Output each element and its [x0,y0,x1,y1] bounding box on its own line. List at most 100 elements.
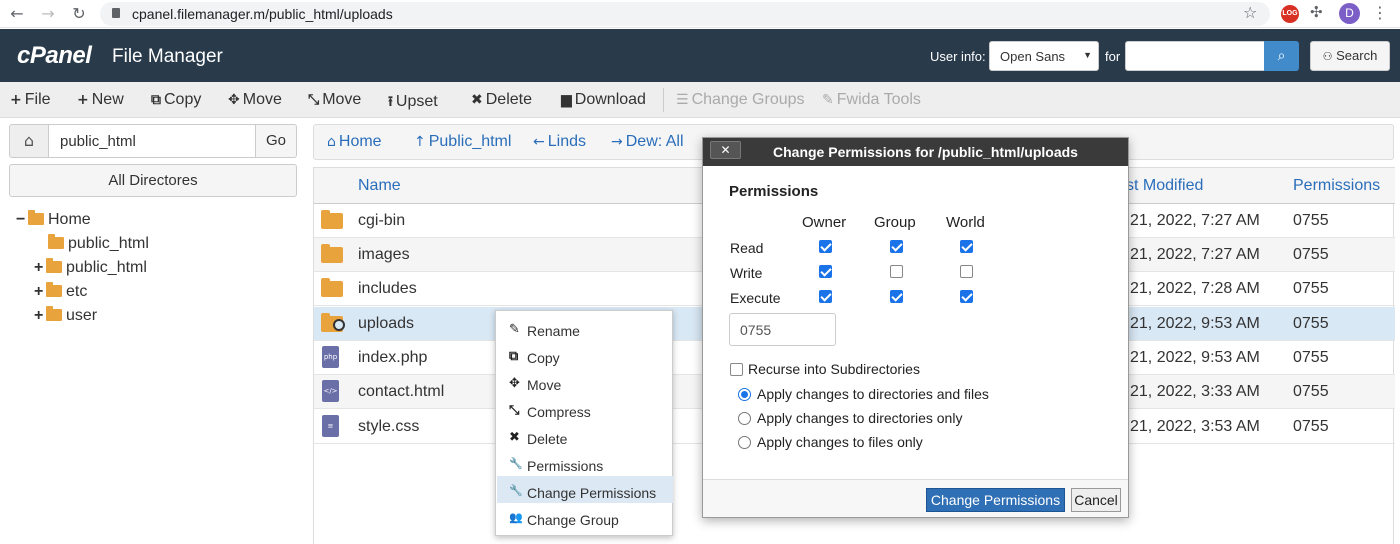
cancel-button[interactable]: Cancel [1071,488,1121,512]
toolbar-label: Change Groups [691,91,805,108]
tree-item-user[interactable]: + user [34,306,98,325]
address-bar[interactable]: cpanel.filemanager.m/public_html/uploads [100,2,1270,26]
toolbar-delete-button[interactable]: ✖ Delete [471,91,532,109]
expand-icon[interactable]: + [34,283,46,301]
apply-dirs-and-files-radio[interactable] [738,388,751,401]
toolbar-label: Move [242,91,282,108]
search-input[interactable] [1125,41,1265,71]
user-info-select[interactable]: Open Sans ▼ [989,41,1099,71]
nav-home-link[interactable]: ⌂ Home [327,133,382,151]
column-permissions[interactable]: Permissions [1293,177,1380,195]
menu-item-copy[interactable]: ⧉ Copy [497,341,673,368]
world-column-header: World [946,214,985,231]
world-read-checkbox[interactable] [960,240,973,253]
group-read-checkbox[interactable] [890,240,903,253]
folder-icon [321,278,343,297]
tree-item-home[interactable]: − Home [16,210,91,229]
menu-item-delete[interactable]: ✖ Delete [497,422,673,449]
reload-icon[interactable]: ↻ [68,3,90,25]
world-write-checkbox[interactable] [960,265,973,278]
all-directories-button[interactable]: All Directores [9,164,297,197]
file-name: uploads [358,315,415,332]
search-icon[interactable]: ⌕ [1264,41,1299,71]
search-button[interactable]: ⚇ Search [1310,41,1390,71]
tree-item-label: user [66,307,98,324]
world-execute-checkbox[interactable] [960,290,973,303]
home-icon[interactable]: ⌂ [9,124,49,158]
recurse-checkbox[interactable] [730,363,743,376]
arrow-left-icon: ← [533,134,545,150]
nav-forward-link[interactable]: → Dew: All [611,133,684,151]
dialog-title-bar[interactable]: ✕ Change Permissions for /public_html/up… [703,138,1128,166]
bookmark-star-icon[interactable]: ☆ [1243,3,1257,22]
owner-read-checkbox[interactable] [819,240,832,253]
compress-icon: ⤡ [509,403,520,418]
apply-files-only-radio[interactable] [738,436,751,449]
arrow-right-icon: → [611,134,623,150]
nav-label: Public_html [428,133,512,150]
toolbar-download-button[interactable]: ▆ Download [561,91,646,109]
change-permissions-dialog: ✕ Change Permissions for /public_html/up… [702,137,1129,518]
column-last-modified[interactable]: st Modified [1126,177,1203,195]
nav-up-link[interactable]: ↑ Public_html [414,133,511,151]
menu-item-move[interactable]: ✥ Move [497,368,673,395]
toolbar-tools-button[interactable]: ✎ Fwida Tools [822,91,921,109]
arrow-up-icon: ↑ [414,134,426,150]
column-name[interactable]: Name [358,177,401,195]
file-modified: 21, 2022, 9:53 AM [1130,349,1260,366]
menu-item-permissions[interactable]: 🔧 Permissions [497,449,673,476]
menu-item-change-permissions[interactable]: 🔧 Change Permissions [497,476,673,503]
nav-back-link[interactable]: ← Linds [533,133,586,151]
tree-item-public-html-2[interactable]: + public_html [34,258,147,277]
chevron-down-icon: ▼ [1083,50,1092,60]
apply-dirs-only-label: Apply changes to directories only [757,410,963,426]
toolbar-change-groups-button[interactable]: ☰ Change Groups [676,91,805,109]
css-file-icon: ≡ [322,415,339,437]
collapse-icon[interactable]: − [16,211,28,229]
menu-item-change-group[interactable]: 👥 Change Group [497,503,673,530]
wrench-icon: ✎ [822,92,834,108]
group-execute-checkbox[interactable] [890,290,903,303]
owner-write-checkbox[interactable] [819,265,832,278]
change-permissions-button[interactable]: Change Permissions [926,488,1065,512]
apply-files-only-label: Apply changes to files only [757,434,923,450]
folder-icon [46,258,62,273]
tree-item-public-html[interactable]: public_html [36,234,149,253]
extension-icon[interactable]: LOG [1281,5,1299,23]
file-modified: 21, 2022, 3:53 AM [1130,418,1260,435]
browser-menu-icon[interactable]: ⋮ [1372,3,1388,22]
owner-execute-checkbox[interactable] [819,290,832,303]
dialog-footer: Change Permissions Cancel [703,479,1128,517]
toolbar-new-button[interactable]: + New [77,91,124,109]
menu-item-compress[interactable]: ⤡ Compress [497,395,673,422]
toolbar-upload-button[interactable]: ⭱ Upset [388,91,438,115]
back-icon[interactable]: ← [6,3,28,25]
html-file-icon: </> [322,380,339,402]
folder-icon [46,306,62,321]
toolbar-file-button[interactable]: + File [10,91,51,109]
file-icon: ▆ [561,92,572,108]
expand-icon[interactable]: + [34,307,46,325]
copy-icon: ⧉ [151,92,161,108]
tree-item-etc[interactable]: + etc [34,282,87,301]
toolbar-move-button[interactable]: ✥ Move [228,91,282,109]
extensions-puzzle-icon[interactable]: ✣ [1310,3,1323,21]
context-menu: ✎ Rename ⧉ Copy ✥ Move ⤡ Compress ✖ Delete 🔧 P… [495,310,673,536]
toolbar-move2-button[interactable]: ⤡ Move [308,91,361,109]
expand-icon[interactable]: + [34,259,46,277]
apply-dirs-and-files-label: Apply changes to directories and files [757,386,989,402]
menu-item-rename[interactable]: ✎ Rename [497,314,673,341]
octal-permissions-input[interactable]: 0755 [729,313,836,346]
wrench-icon: 🔧 [509,457,523,470]
go-button[interactable]: Go [255,124,297,158]
apply-dirs-only-radio[interactable] [738,412,751,425]
close-icon[interactable]: ✕ [710,141,741,159]
home-icon: ⌂ [327,134,336,150]
menu-item-label: Delete [527,431,568,447]
dialog-title: Change Permissions for /public_html/uplo… [773,144,1078,160]
toolbar-copy-button[interactable]: ⧉ Copy [151,91,201,109]
path-input[interactable]: public_html [48,124,256,158]
group-write-checkbox[interactable] [890,265,903,278]
profile-avatar[interactable]: D [1339,3,1360,24]
forward-icon[interactable]: → [37,3,59,25]
